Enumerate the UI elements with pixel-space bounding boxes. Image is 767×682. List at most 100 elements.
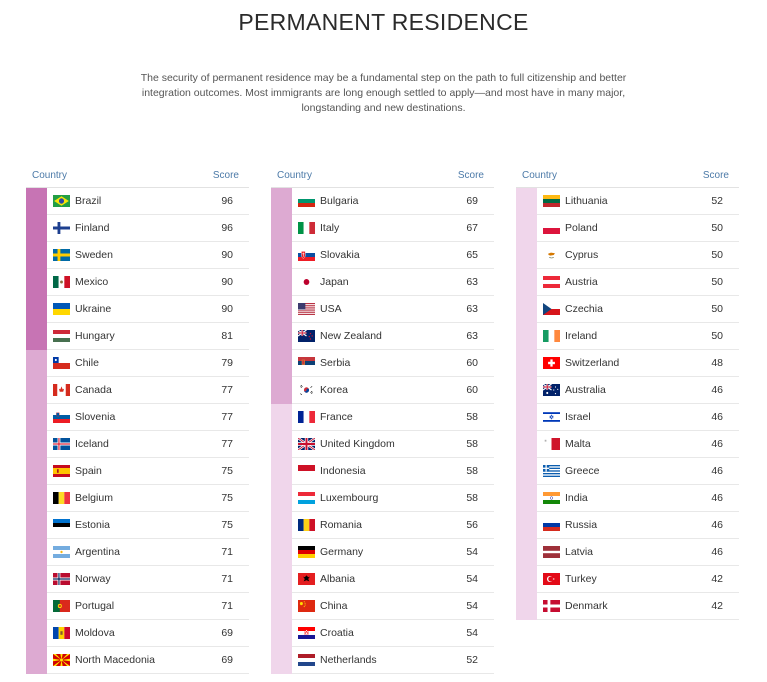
country-name: Luxembourg bbox=[320, 492, 379, 504]
country-score: 46 bbox=[711, 519, 723, 531]
table-header: Country Score bbox=[26, 163, 249, 188]
country-name: Indonesia bbox=[320, 465, 366, 477]
israel-flag-icon bbox=[543, 411, 560, 423]
score-tier-bar bbox=[516, 404, 537, 431]
score-tier-bar bbox=[26, 296, 47, 323]
country-name: Estonia bbox=[75, 519, 111, 531]
korea-flag-icon bbox=[298, 384, 315, 396]
country-name: Norway bbox=[75, 573, 111, 585]
score-tier-bar bbox=[516, 458, 537, 485]
table-row: Iceland 77 bbox=[26, 431, 249, 458]
country-score: 65 bbox=[466, 249, 478, 261]
albania-flag-icon bbox=[298, 573, 315, 585]
country-name: Slovakia bbox=[320, 249, 360, 261]
country-score: 46 bbox=[711, 438, 723, 450]
score-tier-bar bbox=[271, 593, 292, 620]
table-row: Japan 63 bbox=[271, 269, 494, 296]
country-score: 77 bbox=[221, 384, 233, 396]
score-tier-bar bbox=[271, 566, 292, 593]
country-name: Sweden bbox=[75, 249, 113, 261]
country-name: Spain bbox=[75, 465, 102, 477]
score-tier-bar bbox=[271, 323, 292, 350]
country-name: Croatia bbox=[320, 627, 354, 639]
country-name: Canada bbox=[75, 384, 112, 396]
country-name: Malta bbox=[565, 438, 591, 450]
chile-flag-icon bbox=[53, 357, 70, 369]
score-tier-bar bbox=[516, 485, 537, 512]
table-row: Argentina 71 bbox=[26, 539, 249, 566]
country-score: 71 bbox=[221, 573, 233, 585]
score-tier-bar bbox=[271, 620, 292, 647]
moldova-flag-icon bbox=[53, 627, 70, 639]
india-flag-icon bbox=[543, 492, 560, 504]
table-row: Russia 46 bbox=[516, 512, 739, 539]
country-name: Hungary bbox=[75, 330, 115, 342]
norway-flag-icon bbox=[53, 573, 70, 585]
mexico-flag-icon bbox=[53, 276, 70, 288]
table-row: North Macedonia 69 bbox=[26, 647, 249, 674]
country-header: Country bbox=[522, 170, 558, 181]
score-tier-bar bbox=[516, 242, 537, 269]
country-name: Brazil bbox=[75, 195, 102, 207]
table-row: Greece 46 bbox=[516, 458, 739, 485]
table-row: Canada 77 bbox=[26, 377, 249, 404]
country-score: 69 bbox=[221, 654, 233, 666]
country-name: Bulgaria bbox=[320, 195, 359, 207]
country-score: 67 bbox=[466, 222, 478, 234]
score-tier-bar bbox=[271, 350, 292, 377]
italy-flag-icon bbox=[298, 222, 315, 234]
table-row: Belgium 75 bbox=[26, 485, 249, 512]
malta-flag-icon bbox=[543, 438, 560, 450]
austria-flag-icon bbox=[543, 276, 560, 288]
country-score: 77 bbox=[221, 411, 233, 423]
country-header: Country bbox=[32, 170, 68, 181]
country-score: 46 bbox=[711, 465, 723, 477]
portugal-flag-icon bbox=[53, 600, 70, 612]
table-row: Brazil 96 bbox=[26, 188, 249, 215]
score-tier-bar bbox=[26, 323, 47, 350]
country-score: 81 bbox=[221, 330, 233, 342]
score-tier-bar bbox=[26, 404, 47, 431]
table-row: Norway 71 bbox=[26, 566, 249, 593]
table-row: Germany 54 bbox=[271, 539, 494, 566]
table-row: Netherlands 52 bbox=[271, 647, 494, 674]
table-row: Czechia 50 bbox=[516, 296, 739, 323]
country-name: China bbox=[320, 600, 348, 612]
table-row: Finland 96 bbox=[26, 215, 249, 242]
country-name: Belgium bbox=[75, 492, 113, 504]
score-tier-bar bbox=[271, 188, 292, 215]
country-score: 63 bbox=[466, 276, 478, 288]
country-name: Argentina bbox=[75, 546, 120, 558]
score-tier-bar bbox=[26, 350, 47, 377]
table-row: Hungary 81 bbox=[26, 323, 249, 350]
table-row: India 46 bbox=[516, 485, 739, 512]
table-row: Spain 75 bbox=[26, 458, 249, 485]
country-name: Cyprus bbox=[565, 249, 599, 261]
score-tier-bar bbox=[26, 458, 47, 485]
table-row: Malta 46 bbox=[516, 431, 739, 458]
country-score: 46 bbox=[711, 546, 723, 558]
score-tier-bar bbox=[271, 512, 292, 539]
croatia-flag-icon bbox=[298, 627, 315, 639]
country-score: 42 bbox=[711, 573, 723, 585]
table-row: Australia 46 bbox=[516, 377, 739, 404]
country-score: 75 bbox=[221, 465, 233, 477]
belgium-flag-icon bbox=[53, 492, 70, 504]
bulgaria-flag-icon bbox=[298, 195, 315, 207]
score-tier-bar bbox=[516, 323, 537, 350]
serbia-flag-icon bbox=[298, 357, 315, 369]
spain-flag-icon bbox=[53, 465, 70, 477]
netherlands-flag-icon bbox=[298, 654, 315, 666]
score-tier-bar bbox=[271, 377, 292, 404]
score-tier-bar bbox=[26, 485, 47, 512]
romania-flag-icon bbox=[298, 519, 315, 531]
table-row: Romania 56 bbox=[271, 512, 494, 539]
score-tier-bar bbox=[516, 377, 537, 404]
table-row: Slovakia 65 bbox=[271, 242, 494, 269]
country-name: Latvia bbox=[565, 546, 594, 558]
country-name: Poland bbox=[565, 222, 598, 234]
country-name: India bbox=[565, 492, 588, 504]
country-score: 75 bbox=[221, 519, 233, 531]
score-tier-bar bbox=[26, 539, 47, 566]
score-tier-bar bbox=[26, 566, 47, 593]
